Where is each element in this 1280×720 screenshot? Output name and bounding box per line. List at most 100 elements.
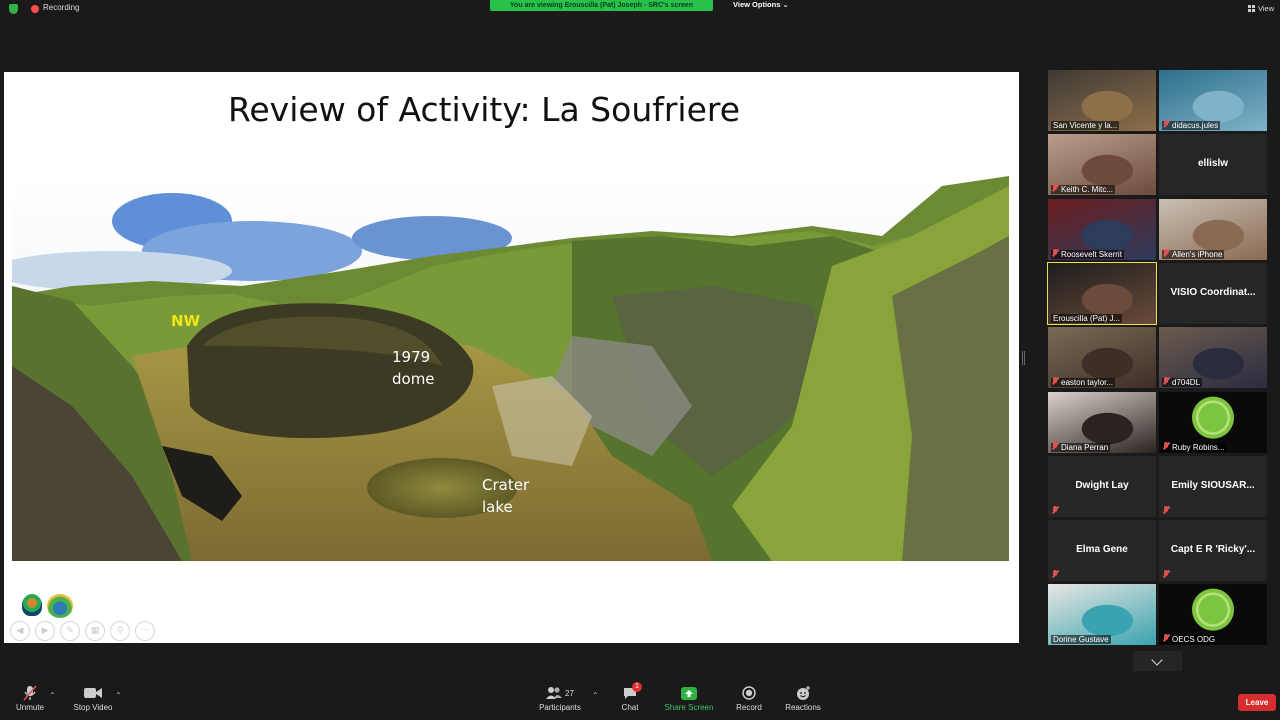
participants-count: 27: [565, 688, 574, 698]
label-lake-text: lake: [482, 498, 513, 516]
chat-unread-badge: 1: [632, 682, 642, 692]
chat-label: Chat: [621, 703, 639, 712]
record-icon: [733, 684, 765, 702]
stop-video-button[interactable]: Stop Video: [72, 684, 114, 712]
organization-logo: [47, 594, 73, 618]
participant-tile[interactable]: Erouscilla (Pat) J...: [1047, 261, 1157, 325]
participant-name: Diana Perran: [1051, 442, 1111, 452]
participant-tile[interactable]: VISIO Coordinat...: [1159, 262, 1267, 324]
chevron-down-icon: ⌄: [782, 0, 789, 9]
leave-button[interactable]: Leave: [1238, 694, 1276, 711]
video-options-caret-icon[interactable]: ⌃: [115, 691, 122, 700]
slide-title: Review of Activity: La Soufriere: [227, 90, 741, 129]
participant-name: didacus.jules: [1162, 121, 1221, 130]
encryption-shield-icon[interactable]: [9, 4, 18, 14]
muted-microphone-icon: [1163, 120, 1169, 128]
view-options-label: View Options: [733, 0, 781, 9]
participant-tile[interactable]: Capt E R 'Ricky'...: [1159, 520, 1267, 582]
participant-tile[interactable]: Keith C. Mitc...: [1048, 134, 1156, 196]
unmute-label: Unmute: [15, 703, 44, 712]
share-screen-label: Share Screen: [664, 703, 714, 712]
muted-microphone-icon: [1052, 184, 1058, 192]
panel-resize-handle[interactable]: [1022, 351, 1025, 365]
participant-tile[interactable]: d704DL: [1159, 327, 1267, 389]
participant-tile[interactable]: San Vicente y la...: [1048, 70, 1156, 131]
grid-view-icon: [1248, 5, 1255, 12]
muted-microphone-icon: [1163, 441, 1169, 450]
participant-tile[interactable]: Roosevelt Skerrit: [1048, 198, 1156, 260]
share-screen-button[interactable]: Share Screen: [663, 684, 715, 712]
participant-name: OECS ODG: [1162, 635, 1218, 645]
audio-options-caret-icon[interactable]: ⌃: [49, 691, 56, 700]
participant-tile[interactable]: OECS ODG: [1159, 584, 1267, 646]
participants-button[interactable]: 27 Participants: [536, 684, 584, 712]
view-options-button[interactable]: View Options ⌄: [733, 0, 789, 9]
participant-tile[interactable]: Emily SIOUSAR...: [1159, 455, 1267, 517]
participant-tile[interactable]: Dwight Lay: [1048, 455, 1156, 517]
participant-name: Dwight Lay: [1075, 479, 1129, 491]
participant-name: Ruby Robins...: [1162, 442, 1227, 452]
record-label: Record: [736, 703, 762, 712]
muted-microphone-icon: [1163, 248, 1169, 257]
participant-tile[interactable]: Dorine Gustave: [1048, 584, 1156, 646]
participant-name: VISIO Coordinat...: [1170, 286, 1256, 298]
reactions-button[interactable]: Reactions: [783, 684, 823, 712]
label-dome-text: dome: [392, 370, 435, 388]
muted-microphone-icon: [1163, 570, 1169, 578]
participant-name: San Vicente y la...: [1051, 121, 1120, 130]
muted-microphone-icon: [1052, 377, 1058, 385]
participant-tile[interactable]: ellislw: [1159, 134, 1267, 196]
participant-name: Emily SIOUSAR...: [1171, 479, 1255, 491]
muted-microphone-icon: [1052, 505, 1058, 514]
label-nw: NW: [171, 312, 201, 330]
participant-name: easton taylor...: [1051, 378, 1116, 388]
video-camera-icon: [72, 684, 114, 702]
top-bar: Recording You are viewing Erouscilla (Pa…: [0, 0, 1280, 18]
crater-photo: NW 1979 dome Crater lake: [12, 176, 1009, 561]
smiley-face-icon: [783, 684, 823, 702]
participant-tile[interactable]: Allen's iPhone: [1159, 198, 1267, 260]
participant-name: Dorine Gustave: [1051, 635, 1111, 645]
shared-screen: Review of Activity: La Soufriere NW 1979…: [4, 72, 1019, 643]
participants-options-caret-icon[interactable]: ⌃: [592, 691, 599, 700]
stop-video-label: Stop Video: [73, 703, 113, 712]
participant-tile[interactable]: Diana Perran: [1048, 391, 1156, 453]
chat-button[interactable]: 1 Chat: [617, 682, 643, 712]
unmute-button[interactable]: Unmute: [12, 684, 48, 712]
share-screen-icon: [663, 684, 715, 702]
label-dome: 1979 dome: [392, 346, 435, 390]
participants-label: Participants: [539, 703, 581, 712]
muted-microphone-icon: [1052, 248, 1058, 257]
muted-microphone-icon: [1163, 377, 1169, 385]
participant-tile[interactable]: Ruby Robins...: [1159, 391, 1267, 453]
meeting-toolbar: Unmute ⌃ Stop Video ⌃ 27 Participants ⌃ …: [0, 680, 1280, 720]
participant-tile[interactable]: easton taylor...: [1048, 327, 1156, 389]
muted-microphone-icon: [1163, 505, 1169, 514]
chat-icon: 1: [617, 682, 643, 702]
label-dome-year: 1979: [392, 348, 431, 366]
next-slide-icon[interactable]: ▶: [35, 621, 55, 641]
muted-microphone-icon: [1052, 441, 1058, 450]
pen-icon[interactable]: ✎: [60, 621, 80, 641]
zoom-icon[interactable]: ⚲: [110, 621, 130, 641]
participant-name: Keith C. Mitc...: [1051, 185, 1116, 195]
recording-label[interactable]: Recording: [43, 3, 79, 12]
muted-microphone-icon: [12, 684, 48, 702]
gallery-scroll-down-button[interactable]: [1133, 651, 1182, 671]
participant-tile[interactable]: didacus.jules: [1159, 70, 1267, 131]
record-button[interactable]: Record: [733, 684, 765, 712]
muted-microphone-icon: [1052, 570, 1058, 578]
muted-microphone-icon: [1163, 634, 1169, 642]
slides-grid-icon[interactable]: ▦: [85, 621, 105, 641]
previous-slide-icon[interactable]: ◀: [10, 621, 30, 641]
participant-tile[interactable]: Elma Gene: [1048, 520, 1156, 582]
slide-annotation-tools: ◀ ▶ ✎ ▦ ⚲ ⋯: [10, 620, 160, 641]
recording-icon: [31, 5, 39, 13]
more-options-icon[interactable]: ⋯: [135, 621, 155, 641]
view-button[interactable]: View: [1248, 4, 1274, 13]
label-crater-lake: Crater lake: [482, 474, 529, 518]
participant-name: Erouscilla (Pat) J...: [1051, 313, 1123, 323]
view-label: View: [1258, 4, 1275, 13]
participant-name: Capt E R 'Ricky'...: [1170, 544, 1256, 556]
viewing-banner: You are viewing Erouscilla (Pat) Joseph …: [490, 0, 713, 11]
